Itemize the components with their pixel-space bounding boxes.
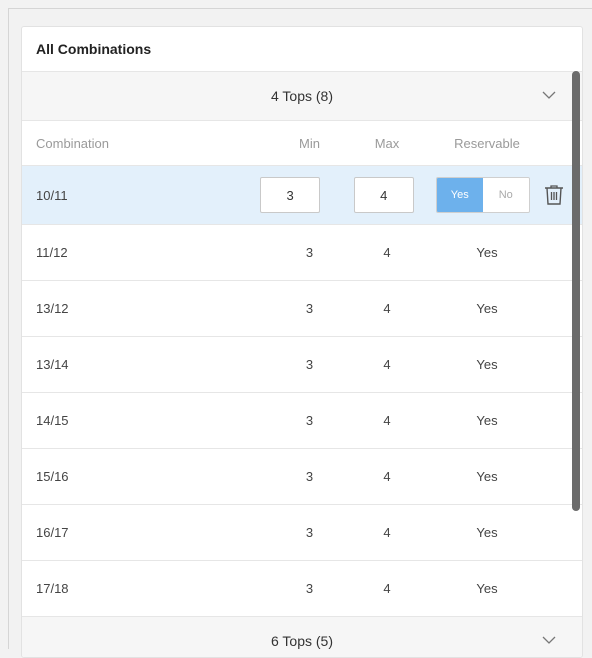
table-row[interactable]: 16/17 3 4 Yes [22, 505, 582, 561]
max-input[interactable] [353, 177, 414, 213]
reservable-cell: Yes [476, 581, 498, 596]
rows-container: 11/12 3 4 Yes 13/12 3 4 Yes 13/14 3 4 Yes 14/15 3 4 Yes… [22, 225, 582, 617]
min-cell: 3 [305, 413, 314, 428]
reservable-cell: Yes [476, 469, 498, 484]
combinations-panel: All Combinations 4 Tops (8) Combination … [21, 26, 583, 658]
min-cell: 3 [305, 245, 314, 260]
combination-cell: 14/15 [36, 413, 69, 428]
reservable-cell: Yes [476, 525, 498, 540]
combination-cell: 15/16 [36, 469, 69, 484]
combination-cell: 17/18 [36, 581, 69, 596]
min-cell: 3 [305, 525, 314, 540]
column-header-min[interactable]: Min [222, 136, 357, 151]
reservable-cell: Yes [476, 245, 498, 260]
group-label: 4 Tops (8) [271, 88, 333, 104]
panel-title: All Combinations [22, 27, 582, 72]
min-cell: 3 [305, 357, 314, 372]
trash-icon[interactable] [544, 184, 564, 206]
max-cell [353, 177, 414, 213]
combination-cell: 13/12 [36, 301, 69, 316]
combination-cell: 16/17 [36, 525, 69, 540]
max-cell: 4 [383, 357, 391, 372]
min-input[interactable] [260, 177, 321, 213]
min-cell: 3 [305, 469, 314, 484]
max-cell: 4 [383, 581, 391, 596]
max-cell: 4 [383, 413, 391, 428]
combination-cell: 13/14 [36, 357, 69, 372]
reservable-toggle[interactable]: Yes No [435, 177, 530, 213]
reservable-cell: Yes [476, 413, 498, 428]
toggle-no-button[interactable]: No [482, 178, 529, 212]
group-label: 6 Tops (5) [271, 633, 333, 649]
combination-cell: 10/11 [36, 187, 68, 203]
reservable-cell: Yes [476, 357, 498, 372]
reservable-cell: Yes No [414, 177, 582, 213]
max-cell: 4 [383, 301, 391, 316]
column-header-reservable[interactable]: Reservable [417, 136, 557, 151]
max-cell: 4 [383, 245, 391, 260]
column-header-max[interactable]: Max [357, 136, 417, 151]
min-cell [220, 177, 354, 213]
table-row[interactable]: 15/16 3 4 Yes [22, 449, 582, 505]
toggle-yes-button[interactable]: Yes [436, 178, 483, 212]
table-row[interactable]: 14/15 3 4 Yes [22, 393, 582, 449]
chevron-down-icon[interactable] [542, 90, 556, 100]
combination-cell: 11/12 [36, 245, 68, 260]
group-header-4-tops[interactable]: 4 Tops (8) [22, 72, 582, 121]
reservable-cell: Yes [476, 301, 498, 316]
max-cell: 4 [383, 469, 391, 484]
column-header-combination[interactable]: Combination [22, 136, 222, 151]
min-cell: 3 [305, 581, 314, 596]
table-row[interactable]: 11/12 3 4 Yes [22, 225, 582, 281]
max-cell: 4 [383, 525, 391, 540]
scrollbar-thumb[interactable] [572, 71, 580, 511]
table-row[interactable]: 13/12 3 4 Yes [22, 281, 582, 337]
column-header-row: Combination Min Max Reservable [22, 121, 582, 166]
table-row[interactable]: 17/18 3 4 Yes [22, 561, 582, 617]
group-header-6-tops[interactable]: 6 Tops (5) [22, 617, 582, 657]
min-cell: 3 [305, 301, 314, 316]
table-row[interactable]: 13/14 3 4 Yes [22, 337, 582, 393]
table-row-selected[interactable]: 10/11 Yes No [22, 166, 582, 225]
